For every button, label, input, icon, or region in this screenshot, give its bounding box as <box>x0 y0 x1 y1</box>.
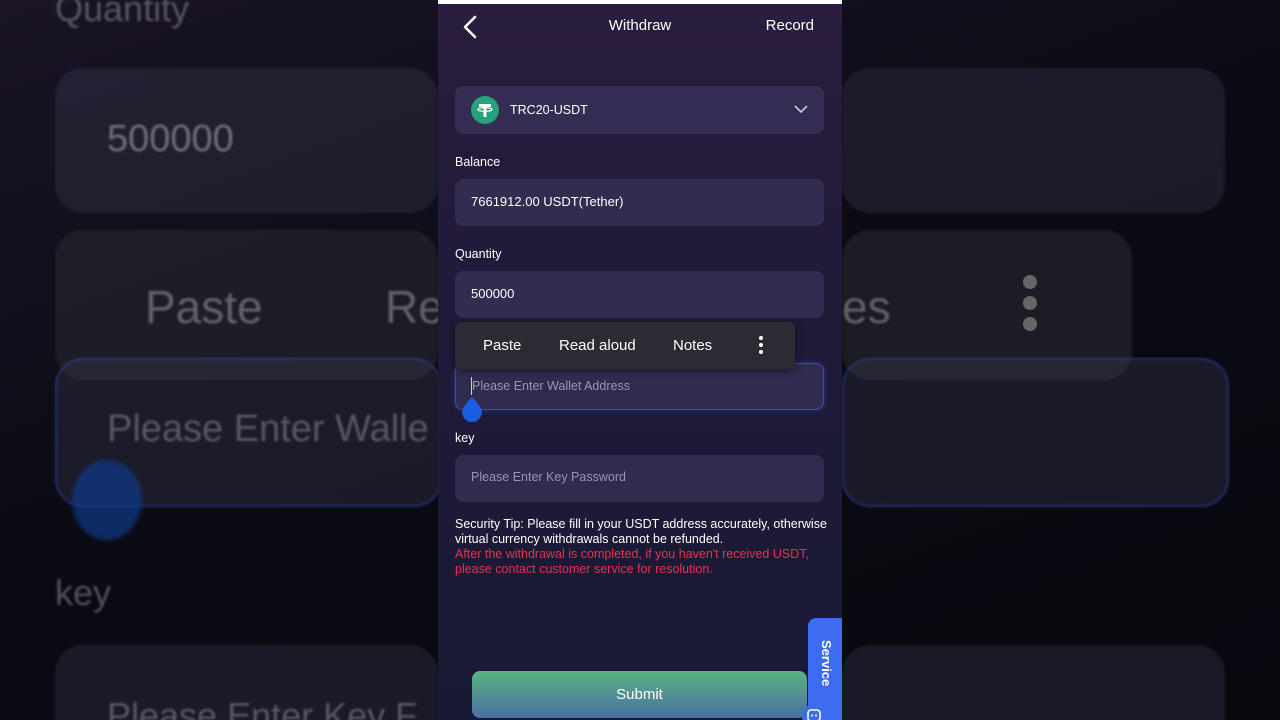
phone-screen: Withdraw Record TRC20-USDT Balance 76619… <box>438 0 842 720</box>
paste-menu-item[interactable]: Paste <box>483 337 521 354</box>
key-password-input[interactable]: Please Enter Key Password <box>455 455 824 502</box>
selection-handle-icon[interactable] <box>460 395 484 423</box>
bg-key-box-right <box>842 645 1225 720</box>
notes-menu-item[interactable]: Notes <box>673 337 712 354</box>
key-password-placeholder: Please Enter Key Password <box>471 470 626 484</box>
key-label: key <box>455 431 475 445</box>
balance-label: Balance <box>455 155 501 169</box>
currency-label: TRC20-USDT <box>510 103 588 117</box>
bg-quantity-label: Quantity <box>55 0 190 29</box>
balance-field: 7661912.00 USDT(Tether) <box>455 179 824 226</box>
balance-value: 7661912.00 USDT(Tether) <box>471 194 624 209</box>
security-tip-warning: After the withdrawal is completed, if yo… <box>455 547 809 576</box>
bg-address-placeholder: Please Enter Walle <box>107 408 429 450</box>
security-tip: Security Tip: Please fill in your USDT a… <box>455 517 830 577</box>
chat-icon <box>802 704 826 720</box>
service-label: Service <box>819 640 834 687</box>
text-context-menu: Paste Read aloud Notes <box>455 322 795 369</box>
bg-key-placeholder: Please Enter Key F <box>107 695 418 720</box>
bg-read: Re <box>385 281 444 333</box>
bg-address-box-right <box>842 358 1229 507</box>
read-aloud-menu-item[interactable]: Read aloud <box>559 337 636 354</box>
quantity-input[interactable]: 500000 <box>455 271 824 318</box>
security-tip-text: Security Tip: Please fill in your USDT a… <box>455 517 827 546</box>
service-button[interactable]: Service <box>802 618 842 720</box>
bg-notes-tail: es <box>842 281 891 333</box>
currency-select[interactable]: TRC20-USDT <box>455 86 824 134</box>
more-options-icon[interactable] <box>758 336 764 356</box>
bg-paste: Paste <box>145 281 263 333</box>
quantity-value: 500000 <box>471 286 515 301</box>
tether-icon <box>471 96 499 124</box>
bg-key-label: key <box>55 572 112 613</box>
bg-handle <box>72 460 142 540</box>
bg-quantity-box-right <box>842 68 1225 213</box>
submit-button[interactable]: Submit <box>472 671 807 718</box>
wallet-address-input[interactable]: Please Enter Wallet Address <box>455 363 824 410</box>
quantity-label: Quantity <box>455 247 502 261</box>
wallet-address-placeholder: Please Enter Wallet Address <box>472 379 630 393</box>
record-link[interactable]: Record <box>766 17 814 34</box>
chevron-down-icon <box>794 105 808 114</box>
header: Withdraw Record <box>438 4 842 52</box>
bg-quantity-value: 500000 <box>107 118 234 160</box>
bg-dots <box>1023 275 1037 331</box>
